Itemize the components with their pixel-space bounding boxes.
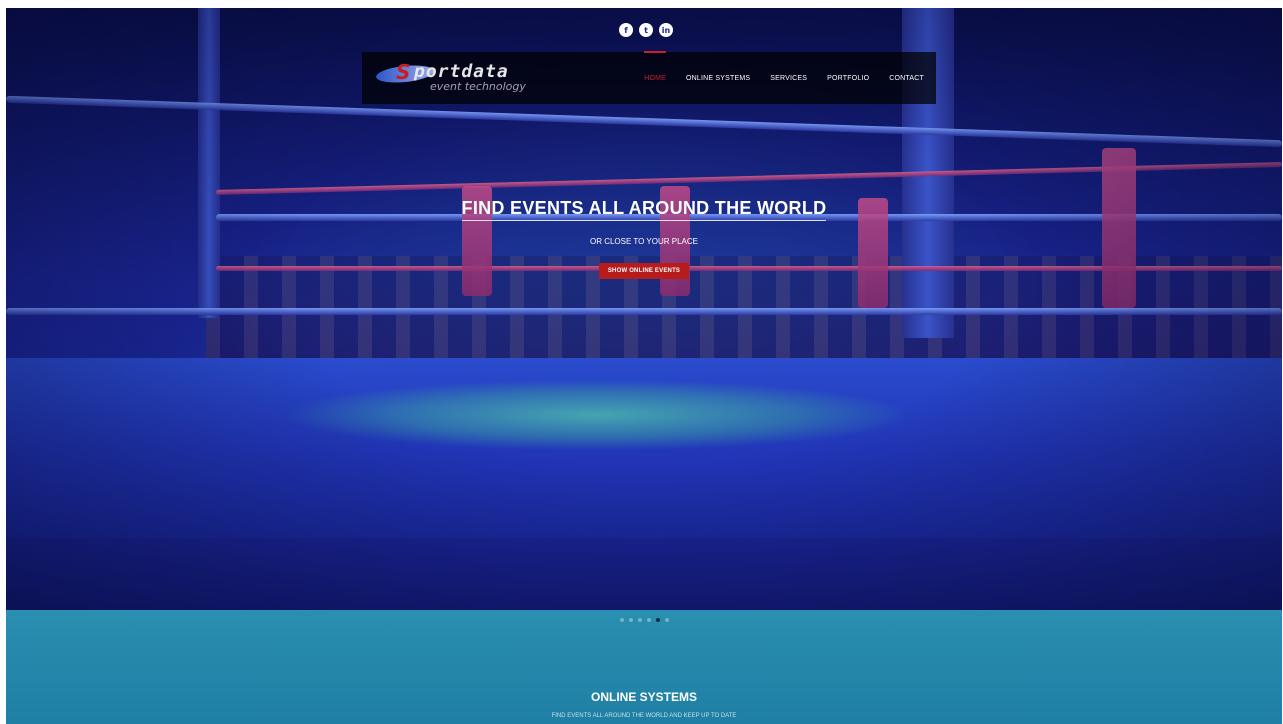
logo-wordmark: portdata bbox=[414, 61, 509, 82]
page: f t in S portdata event technology HOME … bbox=[6, 8, 1282, 724]
main-navbar: S portdata event technology HOME ONLINE … bbox=[362, 50, 936, 104]
nav-item-services[interactable]: SERVICES bbox=[770, 75, 807, 82]
nav-item-online-systems[interactable]: ONLINE SYSTEMS bbox=[686, 75, 750, 82]
hero-banner: f t in S portdata event technology HOME … bbox=[6, 8, 1282, 610]
social-links: f t in bbox=[619, 23, 673, 37]
facebook-icon[interactable]: f bbox=[619, 23, 633, 37]
hero-title-text: FIND EVENTS ALL AROUND THE WORLD bbox=[461, 198, 827, 221]
nav-item-home[interactable]: HOME bbox=[644, 50, 666, 82]
twitter-icon[interactable]: t bbox=[639, 23, 653, 37]
online-systems-section: ONLINE SYSTEMS FIND EVENTS ALL AROUND TH… bbox=[6, 610, 1282, 724]
section-subtitle: FIND EVENTS ALL AROUND THE WORLD AND KEE… bbox=[551, 713, 737, 719]
nav-menu: HOME ONLINE SYSTEMS SERVICES PORTFOLIO C… bbox=[644, 50, 924, 104]
slider-pagination bbox=[6, 618, 1282, 622]
nav-item-contact[interactable]: CONTACT bbox=[889, 75, 924, 82]
slider-dot[interactable] bbox=[628, 618, 633, 622]
section-title: ONLINE SYSTEMS bbox=[590, 690, 697, 704]
show-online-events-button[interactable]: SHOW ONLINE EVENTS bbox=[598, 263, 690, 279]
linkedin-icon[interactable]: in bbox=[659, 23, 673, 37]
slider-dot-active[interactable] bbox=[655, 618, 660, 622]
slider-dot[interactable] bbox=[664, 618, 669, 622]
brand-logo[interactable]: S portdata event technology bbox=[375, 60, 536, 94]
nav-item-portfolio[interactable]: PORTFOLIO bbox=[827, 75, 869, 82]
hero-cta-wrap: SHOW ONLINE EVENTS bbox=[6, 259, 1282, 279]
slider-dot[interactable] bbox=[637, 618, 642, 622]
logo-s-mark: S bbox=[396, 60, 411, 84]
hero-subtitle: OR CLOSE TO YOUR PLACE bbox=[589, 237, 699, 246]
hero-title: FIND EVENTS ALL AROUND THE WORLD bbox=[6, 198, 1282, 221]
slider-dot[interactable] bbox=[646, 618, 651, 622]
slider-dot[interactable] bbox=[619, 618, 624, 622]
logo-tagline: event technology bbox=[430, 80, 526, 93]
